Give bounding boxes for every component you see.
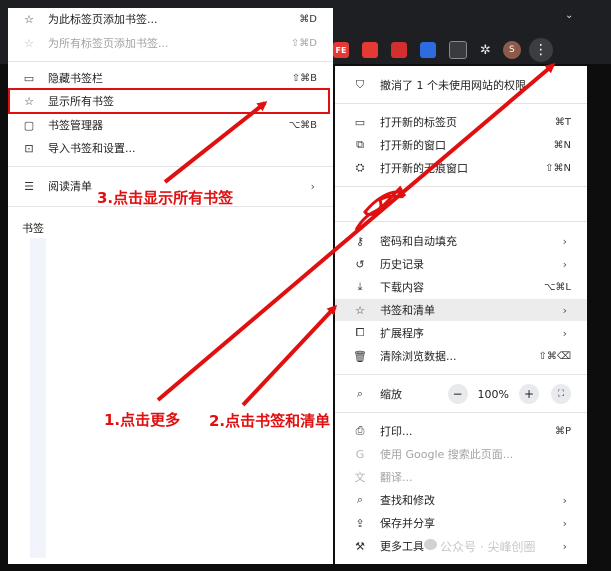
arrow-step2 <box>241 304 338 407</box>
wechat-icon <box>424 539 437 550</box>
step1-label: 1.点击更多 <box>104 411 181 429</box>
watermark-text: 公众号 · 尖峰创圈 <box>440 540 536 554</box>
step3-label: 3.点击显示所有书签 <box>97 189 234 207</box>
arrow-step3 <box>163 101 268 184</box>
step2-label: 2.点击书签和清单 <box>209 412 331 430</box>
annotation-arrows <box>156 63 556 407</box>
arrow-step1 <box>156 63 556 402</box>
